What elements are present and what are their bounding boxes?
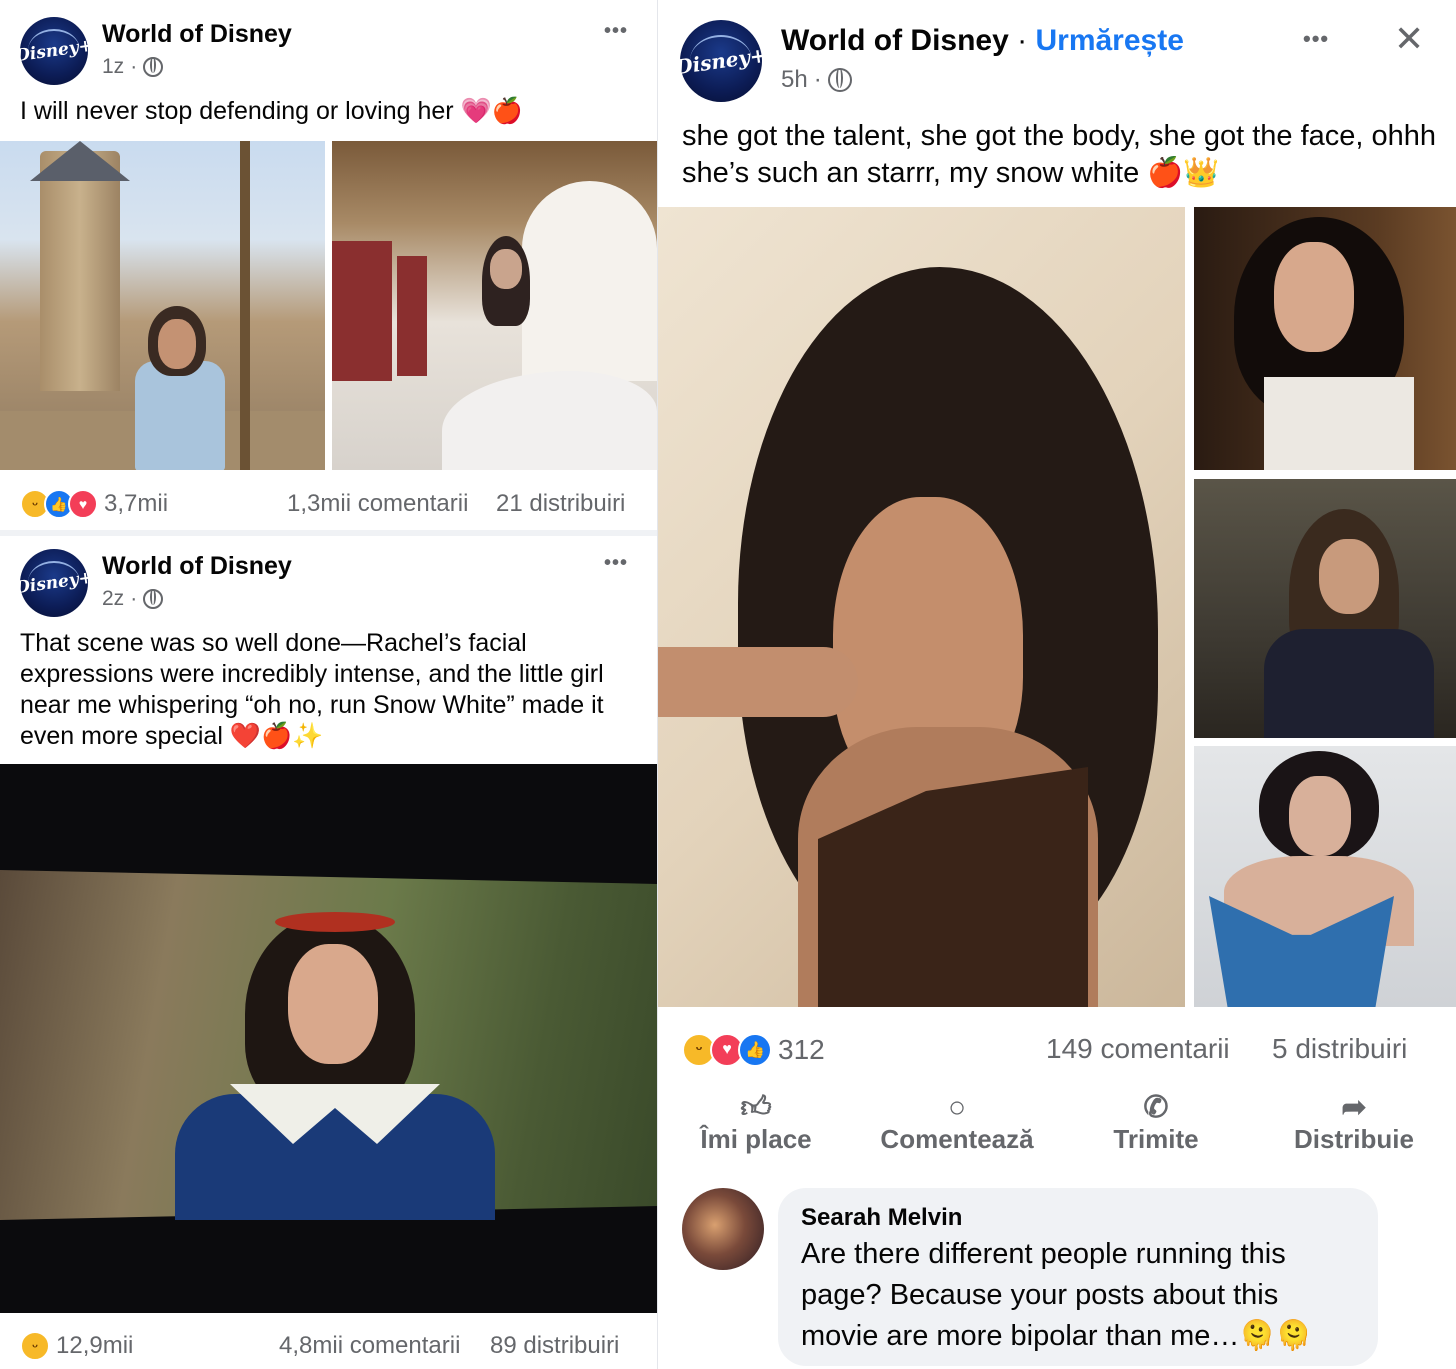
comment-bubble: Searah Melvin Are there different people… <box>778 1188 1378 1366</box>
comment-text: Are there different people running this … <box>801 1238 1312 1352</box>
shares-count[interactable]: 21 distribuiri <box>496 490 625 518</box>
comments-count[interactable]: 1,3mii comentarii <box>287 490 468 518</box>
like-button[interactable]: 👍︎ Îmi place <box>698 1092 814 1155</box>
reactions-summary[interactable]: ᵕ 12,9mii <box>20 1331 133 1361</box>
haha-reaction-icon: ᵕ <box>20 1331 50 1361</box>
share-label: Distribuie <box>1294 1124 1414 1154</box>
reactions-count: 12,9mii <box>56 1332 134 1359</box>
photo-portrait-main[interactable] <box>658 207 1185 1007</box>
commenter-avatar[interactable] <box>682 1188 764 1270</box>
post-time[interactable]: 5h <box>781 66 808 94</box>
globe-icon <box>143 589 164 609</box>
photo-film-set[interactable] <box>1194 479 1456 738</box>
post-text: I will never stop defending or loving he… <box>20 97 523 125</box>
comments-count[interactable]: 4,8mii comentarii <box>279 1332 460 1360</box>
more-options-icon[interactable]: ••• <box>604 552 628 575</box>
whatsapp-icon: ✆ <box>1143 1091 1169 1124</box>
post-text: That scene was so well done—Rachel’s fac… <box>20 629 604 750</box>
comments-count[interactable]: 149 comentarii <box>1046 1033 1230 1065</box>
close-icon[interactable]: ✕ <box>1394 18 1424 60</box>
post-meta: 2z · <box>102 587 164 611</box>
globe-icon <box>827 68 852 92</box>
comment-icon: ○ <box>947 1091 967 1124</box>
photo-palace-white-gown[interactable] <box>332 141 657 470</box>
page-avatar[interactable]: Disney+ <box>14 549 94 617</box>
reactions-count: 312 <box>778 1034 825 1065</box>
shares-count[interactable]: 5 distribuiri <box>1272 1033 1407 1065</box>
more-options-icon[interactable]: ••• <box>604 20 628 43</box>
left-feed: Disney+ World of Disney 1z · ••• I will n… <box>0 0 657 1369</box>
send-button[interactable]: ✆ Trimite <box>1106 1092 1206 1155</box>
post-separator <box>0 530 657 536</box>
more-options-icon[interactable]: ••• <box>1303 26 1329 52</box>
post-time[interactable]: 1z <box>102 55 124 79</box>
photo-cinema-screen[interactable] <box>0 764 657 1313</box>
share-button[interactable]: ➦ Distribuie <box>1288 1092 1420 1155</box>
post-time[interactable]: 2z <box>102 587 124 611</box>
photo-castle-blue-dress[interactable] <box>0 141 325 470</box>
page-name[interactable]: World of Disney <box>102 552 292 581</box>
comment-author[interactable]: Searah Melvin <box>801 1204 962 1232</box>
post-meta: 1z · <box>102 55 164 79</box>
post-meta: 5h · <box>781 66 852 94</box>
like-icon: 👍︎ <box>740 1091 772 1124</box>
send-label: Trimite <box>1113 1124 1199 1154</box>
comment-button[interactable]: ○ Comentează <box>872 1092 1042 1155</box>
page-name[interactable]: World of Disney <box>102 20 292 49</box>
page-avatar[interactable]: Disney+ <box>674 20 768 102</box>
separator-dot: · <box>1008 24 1036 57</box>
love-reaction-icon: ♥ <box>68 489 98 519</box>
follow-button[interactable]: Urmărește <box>1035 24 1183 57</box>
post-header-title: World of Disney · Urmărește <box>781 24 1184 58</box>
reactions-count: 3,7mii <box>104 490 169 517</box>
globe-icon <box>143 57 164 77</box>
photo-blue-dress[interactable] <box>1194 746 1456 1007</box>
shares-count[interactable]: 89 distribuiri <box>490 1332 619 1360</box>
like-reaction-icon: 👍 <box>738 1033 772 1067</box>
page-name[interactable]: World of Disney <box>781 24 1009 57</box>
post-text: she got the talent, she got the body, sh… <box>682 120 1437 189</box>
like-label: Îmi place <box>700 1124 812 1154</box>
page-avatar[interactable]: Disney+ <box>14 17 94 85</box>
photo-red-carpet[interactable] <box>1194 207 1456 470</box>
comment-label: Comentează <box>880 1124 1034 1154</box>
reactions-summary[interactable]: ᵕ ♥ 👍 312 <box>682 1033 825 1067</box>
share-icon: ➦ <box>1341 1091 1367 1124</box>
post-detail: Disney+ World of Disney · Urmărește 5h · … <box>658 0 1456 1369</box>
reactions-summary[interactable]: ᵕ 👍 ♥ 3,7mii <box>20 489 168 519</box>
